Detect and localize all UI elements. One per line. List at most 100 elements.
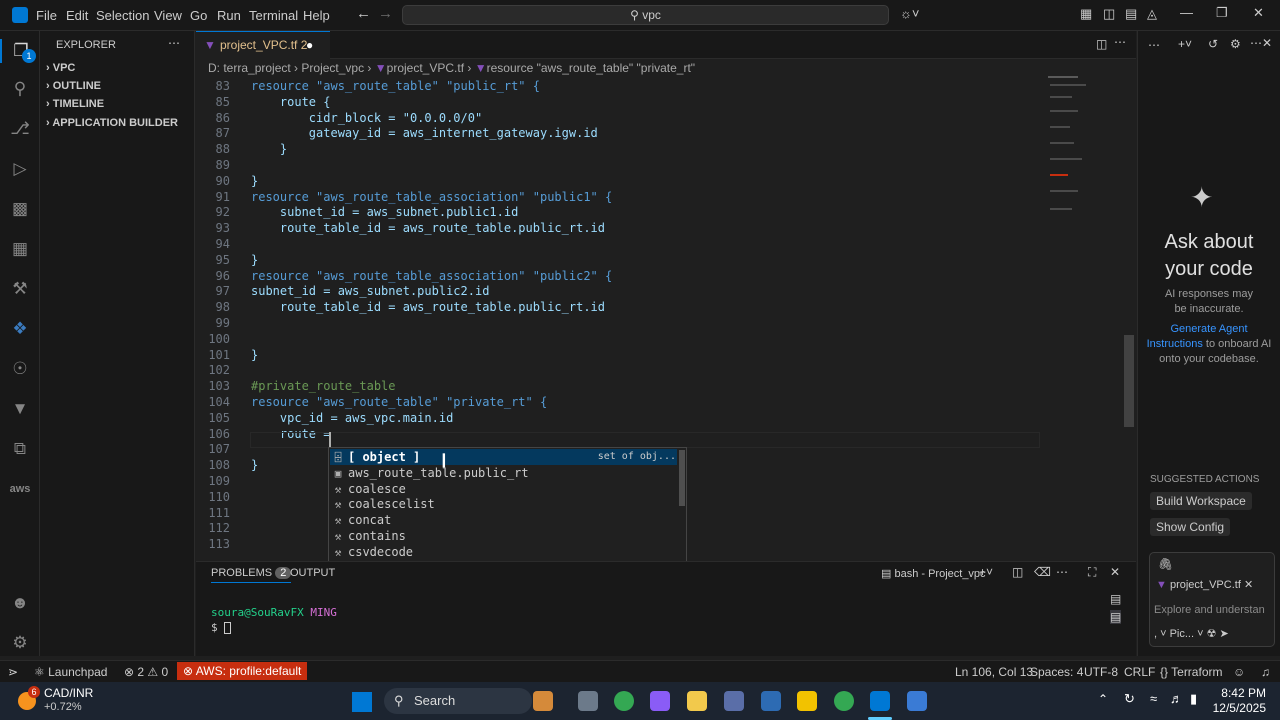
file-explorer-icon[interactable] (687, 691, 707, 711)
terminal-list-icon-1[interactable]: ▤ (1110, 592, 1121, 606)
maximize-icon[interactable]: ❐ (1216, 5, 1228, 21)
menu-run[interactable]: Run (217, 8, 241, 23)
source-control-icon[interactable]: ⎇ (8, 117, 32, 141)
cursor-position[interactable]: Ln 106, Col 13 (955, 665, 1033, 679)
volume-icon[interactable]: ♬ (1170, 691, 1183, 706)
breadcrumb-drive[interactable]: D: (208, 61, 220, 75)
suggestion-item[interactable]: ⚒ csvdecode (331, 544, 678, 560)
suggestion-item[interactable]: ⚒ concat (331, 512, 678, 528)
minimap[interactable] (1044, 70, 1124, 220)
taskbar-search[interactable]: ⚲ Search (384, 688, 532, 714)
search-icon[interactable]: ⚲ (8, 77, 32, 101)
code-line[interactable]: 97 subnet_id = aws_subnet.public2.id (196, 283, 1036, 299)
menu-terminal[interactable]: Terminal (249, 8, 298, 23)
breadcrumb-folder[interactable]: terra_project (223, 61, 290, 75)
code-line[interactable]: 96 resource "aws_route_table_association"… (196, 268, 1036, 284)
menu-selection[interactable]: Selection (96, 8, 149, 23)
windows-start-icon[interactable] (352, 692, 372, 712)
terminal-list-icon-2[interactable]: ▤ (1110, 610, 1122, 624)
section-timeline[interactable]: › TIMELINE (46, 98, 104, 110)
command-center-search[interactable]: ⚲ vpc (402, 5, 889, 25)
language-mode[interactable]: {} Terraform (1160, 665, 1222, 679)
editor-more-icon[interactable]: ⋯ (1114, 35, 1126, 49)
history-icon[interactable]: ↺ (1208, 37, 1218, 51)
tray-overflow-icon[interactable]: ⌃ (1098, 692, 1108, 706)
section-outline[interactable]: › OUTLINE (46, 80, 101, 92)
gitlens-icon[interactable]: ☉ (8, 357, 32, 381)
breadcrumb-subfolder[interactable]: Project_vpc (301, 61, 364, 75)
chat-settings-icon[interactable]: ⚙ (1230, 37, 1241, 51)
toggle-panel-icon[interactable]: ▤ (1125, 6, 1137, 22)
new-chat-icon[interactable]: +˅ (1178, 37, 1192, 51)
chrome-icon-2[interactable] (834, 691, 854, 711)
toggle-secondary-sidebar-icon[interactable]: ◬ (1147, 6, 1157, 22)
suggestion-item[interactable]: ▣ aws_route_table.public_rt (331, 465, 678, 481)
split-terminal-icon[interactable]: ◫ (1012, 565, 1023, 579)
close-panel-icon[interactable]: ✕ (1110, 565, 1120, 579)
code-line[interactable]: 94 (196, 236, 1036, 252)
aws-icon[interactable]: aws (8, 477, 32, 501)
editor-scrollbar[interactable] (1124, 335, 1134, 427)
section-application-builder[interactable]: › APPLICATION BUILDER (46, 117, 178, 129)
currency-pair[interactable]: CAD/INR (44, 686, 93, 700)
suggestion-item[interactable]: ⚒ coalesce (331, 481, 678, 497)
terraform-icon[interactable]: ▼ (8, 397, 32, 421)
suggestion-item[interactable]: ⚒ contains (331, 528, 678, 544)
layout-icon[interactable]: ▦ (1080, 6, 1092, 22)
copilot-icon[interactable]: ☼˅ (900, 6, 920, 21)
settings-gear-icon[interactable]: ⚙ (8, 631, 32, 655)
account-icon[interactable]: ☻ (8, 591, 32, 615)
more-actions-icon[interactable]: ⋯ (168, 36, 180, 50)
terminal-more-icon[interactable]: ⋯ (1056, 565, 1068, 579)
code-line[interactable]: 104 resource "aws_route_table" "private_r… (196, 394, 1036, 410)
app-icon-1[interactable] (724, 691, 744, 711)
close-window-icon[interactable]: ✕ (1253, 5, 1264, 21)
menu-file[interactable]: File (36, 8, 57, 23)
code-line[interactable]: 100 (196, 331, 1036, 347)
suggest-scrollbar[interactable] (679, 450, 685, 506)
attachment-chip[interactable]: ▼ project_VPC.tf ✕ (1156, 578, 1253, 591)
code-line[interactable]: 89 (196, 157, 1036, 173)
remote-explorer-icon[interactable]: ▩ (8, 197, 32, 221)
encoding[interactable]: UTF-8 (1084, 665, 1118, 679)
testing-icon[interactable]: ⚒ (8, 277, 32, 301)
clock-time[interactable]: 8:42 PM (1218, 686, 1266, 700)
build-workspace-button[interactable]: Build Workspace (1150, 492, 1252, 510)
line-ending[interactable]: CRLF (1124, 665, 1155, 679)
terminal-output[interactable]: soura@SouRavFX MING (211, 606, 337, 619)
launchpad-item[interactable]: ⚛ Launchpad (34, 665, 107, 679)
code-line[interactable]: 102 (196, 362, 1036, 378)
chat-input-box[interactable]: 🖇 ▼ project_VPC.tf ✕ Explore and underst… (1149, 552, 1275, 647)
code-line[interactable]: 98 route_table_id = aws_route_table.publ… (196, 299, 1036, 315)
tab-project-vpc[interactable]: ▼ project_VPC.tf 2 ● (196, 31, 330, 59)
suggestion-item[interactable]: ⚒ coalescelist (331, 496, 678, 512)
remote-icon[interactable]: ⋗ (8, 665, 18, 679)
show-config-button[interactable]: Show Config (1150, 518, 1231, 536)
chat-input-placeholder[interactable]: Explore and understan (1154, 604, 1272, 616)
code-line[interactable]: 83 resource "aws_route_table" "public_rt"… (196, 78, 1036, 94)
clock-date[interactable]: 12/5/2025 (1212, 701, 1266, 715)
code-line[interactable]: 95} (196, 252, 1036, 268)
code-line[interactable]: 91 resource "aws_route_table_association"… (196, 189, 1036, 205)
run-debug-icon[interactable]: ▷ (8, 157, 32, 181)
vscode-taskbar-icon[interactable] (870, 691, 890, 711)
remove-attachment-icon[interactable]: ✕ (1244, 579, 1253, 591)
aws-profile-item[interactable]: ⊗ AWS: profile:default (177, 662, 308, 680)
code-line[interactable]: 92 subnet_id = aws_subnet.public1.id (196, 204, 1036, 220)
code-line[interactable]: 101} (196, 347, 1036, 363)
menu-view[interactable]: View (154, 8, 182, 23)
code-line[interactable]: 103 #private_route_table (196, 378, 1036, 394)
code-line[interactable]: 99 (196, 315, 1036, 331)
code-line[interactable]: 93 route_table_id = aws_route_table.publ… (196, 220, 1036, 236)
code-line[interactable]: 105 vpc_id = aws_vpc.main.id (196, 410, 1036, 426)
chrome-icon[interactable] (614, 691, 634, 711)
tab-problems[interactable]: PROBLEMS 2 (211, 567, 292, 583)
terminal-selector[interactable]: ▤ bash - Project_vpc (881, 567, 986, 580)
split-editor-icon[interactable]: ◫ (1096, 37, 1107, 51)
new-terminal-icon[interactable]: +˅ (979, 565, 993, 579)
unsaved-dot-icon[interactable]: ● (306, 32, 313, 58)
app-icon-3[interactable] (907, 691, 927, 711)
menu-edit[interactable]: Edit (66, 8, 88, 23)
suggestion-item[interactable]: ⌹ [ object ] set of obj... (331, 449, 678, 465)
task-view-icon[interactable] (578, 691, 598, 711)
